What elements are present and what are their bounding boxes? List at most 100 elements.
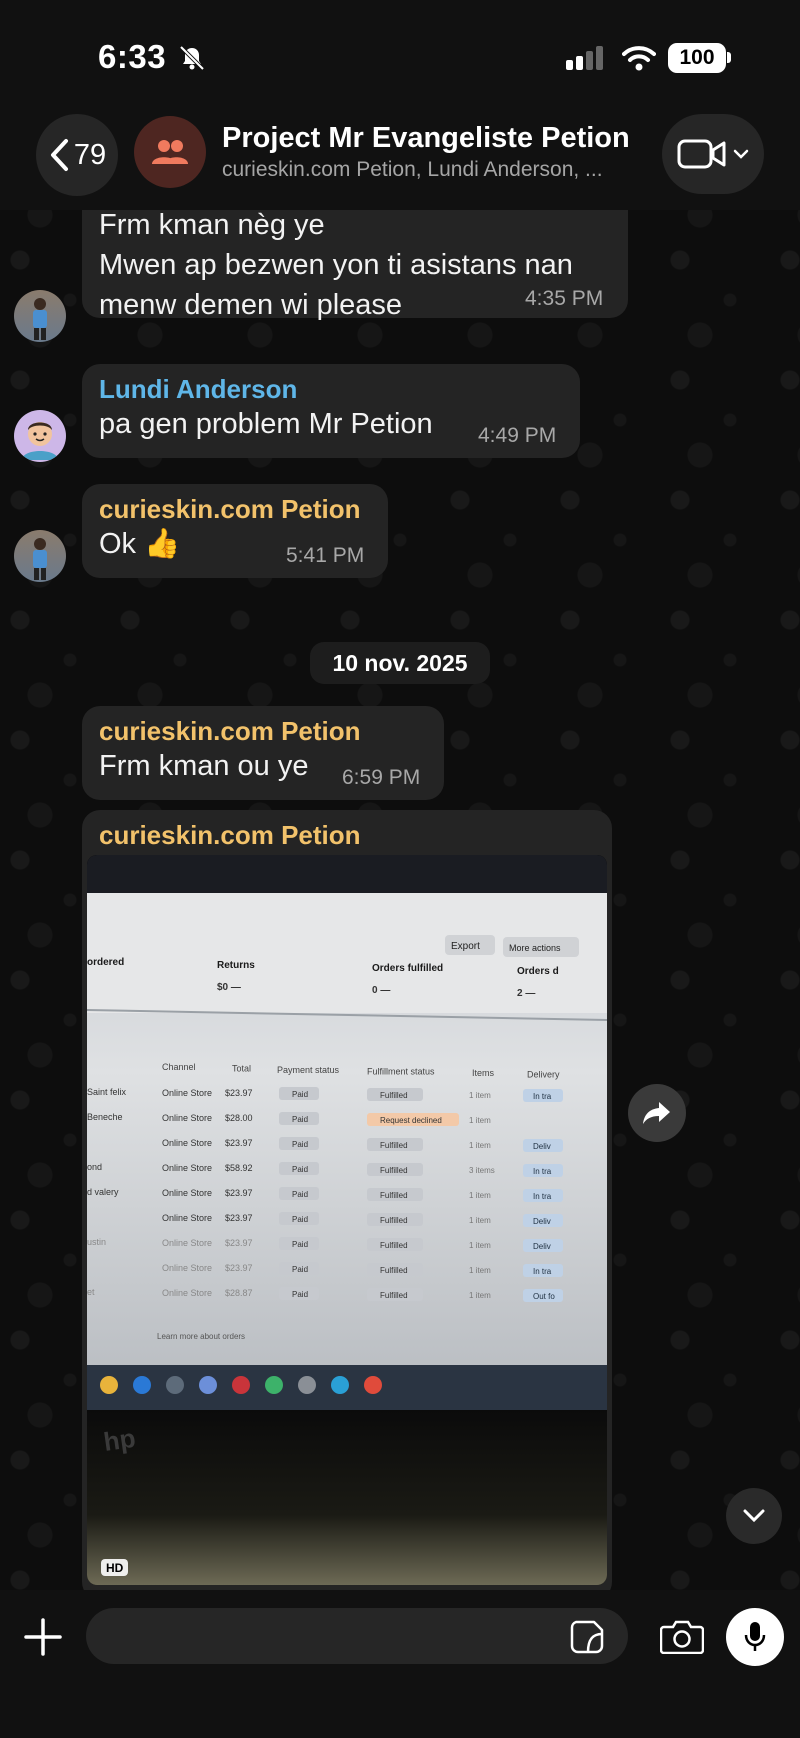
message-time: 6:59 PM bbox=[342, 766, 421, 789]
message-text: Ok 👍 bbox=[99, 528, 181, 560]
photo-summary-label: Orders d bbox=[517, 966, 559, 977]
photo-summary-value: 2 — bbox=[517, 988, 535, 999]
photo-column-header: Fulfillment status bbox=[367, 1067, 435, 1077]
photo-taskbar-icon bbox=[265, 1376, 283, 1394]
forward-button[interactable] bbox=[628, 1084, 686, 1142]
composer-bar bbox=[0, 1590, 800, 1738]
photo-column-header: Items bbox=[472, 1068, 495, 1078]
photo-cell-channel: Online Store bbox=[162, 1088, 212, 1098]
video-call-button[interactable] bbox=[662, 114, 764, 194]
avatar[interactable] bbox=[14, 290, 66, 342]
microphone-button[interactable] bbox=[726, 1608, 784, 1666]
message-sender: curieskin.com Petion bbox=[99, 716, 361, 746]
message-sender: curieskin.com Petion bbox=[99, 820, 361, 850]
photo-cell-fulfillment: Fulfilled bbox=[380, 1091, 408, 1100]
memoji-icon bbox=[22, 422, 58, 460]
photo-cell-fulfillment: Fulfilled bbox=[380, 1291, 408, 1300]
photo-more-actions-label: More actions bbox=[509, 943, 561, 953]
message-list[interactable]: Frm kman nèg ye Mwen ap bezwen yon ti as… bbox=[0, 210, 800, 1590]
photo-cell-total: $28.00 bbox=[225, 1113, 253, 1123]
person-icon bbox=[33, 538, 47, 580]
message-bubble[interactable]: curieskin.com Petion Ok 👍 5:41 PM bbox=[82, 484, 388, 578]
photo-cell-payment: Paid bbox=[292, 1190, 308, 1199]
photo-attachment[interactable]: Export More actions ordered Returns $0 — Orde… bbox=[87, 855, 607, 1585]
date-separator: 10 nov. 2025 bbox=[310, 642, 490, 684]
avatar[interactable] bbox=[14, 410, 66, 462]
hd-badge: HD bbox=[101, 1559, 129, 1576]
status-bar: 6:33 100 bbox=[0, 0, 800, 110]
photo-cell-items: 1 item bbox=[469, 1116, 491, 1125]
chat-title[interactable]: Project Mr Evangeliste Petion bbox=[222, 122, 630, 155]
photo-cell-items: 1 item bbox=[469, 1241, 491, 1250]
microphone-icon bbox=[744, 1622, 766, 1651]
photo-cell-items: 3 items bbox=[469, 1166, 495, 1175]
photo-cell-fulfillment: Fulfilled bbox=[380, 1141, 408, 1150]
photo-column-header: Channel bbox=[162, 1062, 196, 1072]
photo-cell-payment: Paid bbox=[292, 1165, 308, 1174]
message-text-line: Mwen ap bezwen yon ti asistans nan bbox=[99, 249, 573, 281]
photo-cell-customer: ustin bbox=[87, 1237, 106, 1247]
signal-icon bbox=[566, 46, 603, 70]
chevron-down-icon bbox=[743, 1509, 765, 1523]
photo-cell-delivery: Deliv bbox=[533, 1242, 551, 1251]
photo-cell-total: $23.97 bbox=[225, 1088, 253, 1098]
forward-icon bbox=[643, 1102, 670, 1124]
photo-cell-customer: Saint felix bbox=[87, 1087, 127, 1097]
photo-cell-items: 1 item bbox=[469, 1141, 491, 1150]
chat-subtitle[interactable]: curieskin.com Petion, Lundi Anderson, ..… bbox=[222, 158, 642, 182]
camera-icon[interactable] bbox=[660, 1618, 704, 1654]
photo-laptop-logo: hp bbox=[102, 1423, 138, 1457]
photo-column-header: Total bbox=[232, 1064, 251, 1074]
photo-cell-items: 1 item bbox=[469, 1216, 491, 1225]
photo-export-label: Export bbox=[451, 941, 480, 952]
battery-indicator: 100 bbox=[668, 43, 726, 73]
photo-cell-channel: Online Store bbox=[162, 1238, 212, 1248]
photo-cell-channel: Online Store bbox=[162, 1188, 212, 1198]
photo-cell-delivery: In tra bbox=[533, 1167, 552, 1176]
photo-cell-fulfillment: Fulfilled bbox=[380, 1216, 408, 1225]
message-bubble[interactable]: curieskin.com Petion Frm kman ou ye 6:59… bbox=[82, 706, 444, 800]
photo-cell-payment: Paid bbox=[292, 1240, 308, 1249]
photo-taskbar-icon bbox=[331, 1376, 349, 1394]
photo-cell-customer: d valery bbox=[87, 1187, 119, 1197]
photo-summary-value: $0 — bbox=[217, 982, 241, 993]
photo-cell-delivery: In tra bbox=[533, 1267, 552, 1276]
message-sender: Lundi Anderson bbox=[99, 374, 298, 404]
photo-cell-channel: Online Store bbox=[162, 1263, 212, 1273]
photo-cell-customer: ond bbox=[87, 1162, 102, 1172]
message-text-line: menw demen wi please bbox=[99, 289, 403, 321]
photo-cell-delivery: In tra bbox=[533, 1192, 552, 1201]
photo-cell-payment: Paid bbox=[292, 1090, 308, 1099]
video-camera-icon bbox=[677, 139, 726, 169]
photo-cell-fulfillment: Fulfilled bbox=[380, 1241, 408, 1250]
photo-cell-delivery: Out fo bbox=[533, 1292, 555, 1301]
chevron-down-icon bbox=[733, 149, 749, 159]
photo-cell-delivery: In tra bbox=[533, 1092, 552, 1101]
message-bubble[interactable]: Frm kman nèg ye Mwen ap bezwen yon ti as… bbox=[82, 210, 628, 321]
photo-cell-customer: Beneche bbox=[87, 1112, 123, 1122]
photo-cell-payment: Paid bbox=[292, 1215, 308, 1224]
sticker-icon[interactable] bbox=[570, 1620, 604, 1654]
message-input[interactable] bbox=[86, 1608, 628, 1664]
message-sender: curieskin.com Petion bbox=[99, 494, 361, 524]
scroll-down-button[interactable] bbox=[726, 1488, 782, 1544]
group-avatar[interactable] bbox=[134, 116, 206, 188]
message-text: pa gen problem Mr Petion bbox=[99, 408, 433, 440]
plus-icon[interactable] bbox=[22, 1616, 64, 1658]
photo-cell-channel: Online Store bbox=[162, 1138, 212, 1148]
chat-header: 79 Project Mr Evangeliste Petion curiesk… bbox=[0, 110, 800, 210]
photo-summary-value: 0 — bbox=[372, 985, 390, 996]
photo-column-header: Delivery bbox=[527, 1070, 560, 1080]
photo-taskbar-icon bbox=[364, 1376, 382, 1394]
photo-cell-items: 1 item bbox=[469, 1266, 491, 1275]
photo-cell-items: 1 item bbox=[469, 1091, 491, 1100]
message-time: 4:49 PM bbox=[478, 424, 557, 447]
message-bubble[interactable]: Lundi Anderson pa gen problem Mr Petion … bbox=[82, 364, 580, 458]
photo-column-header: Payment status bbox=[277, 1065, 340, 1075]
photo-taskbar-icon bbox=[100, 1376, 118, 1394]
photo-summary-label: ordered bbox=[87, 957, 124, 968]
avatar[interactable] bbox=[14, 530, 66, 582]
photo-summary-label: Returns bbox=[217, 960, 255, 971]
back-button[interactable]: 79 bbox=[36, 114, 118, 196]
photo-cell-channel: Online Store bbox=[162, 1288, 212, 1298]
